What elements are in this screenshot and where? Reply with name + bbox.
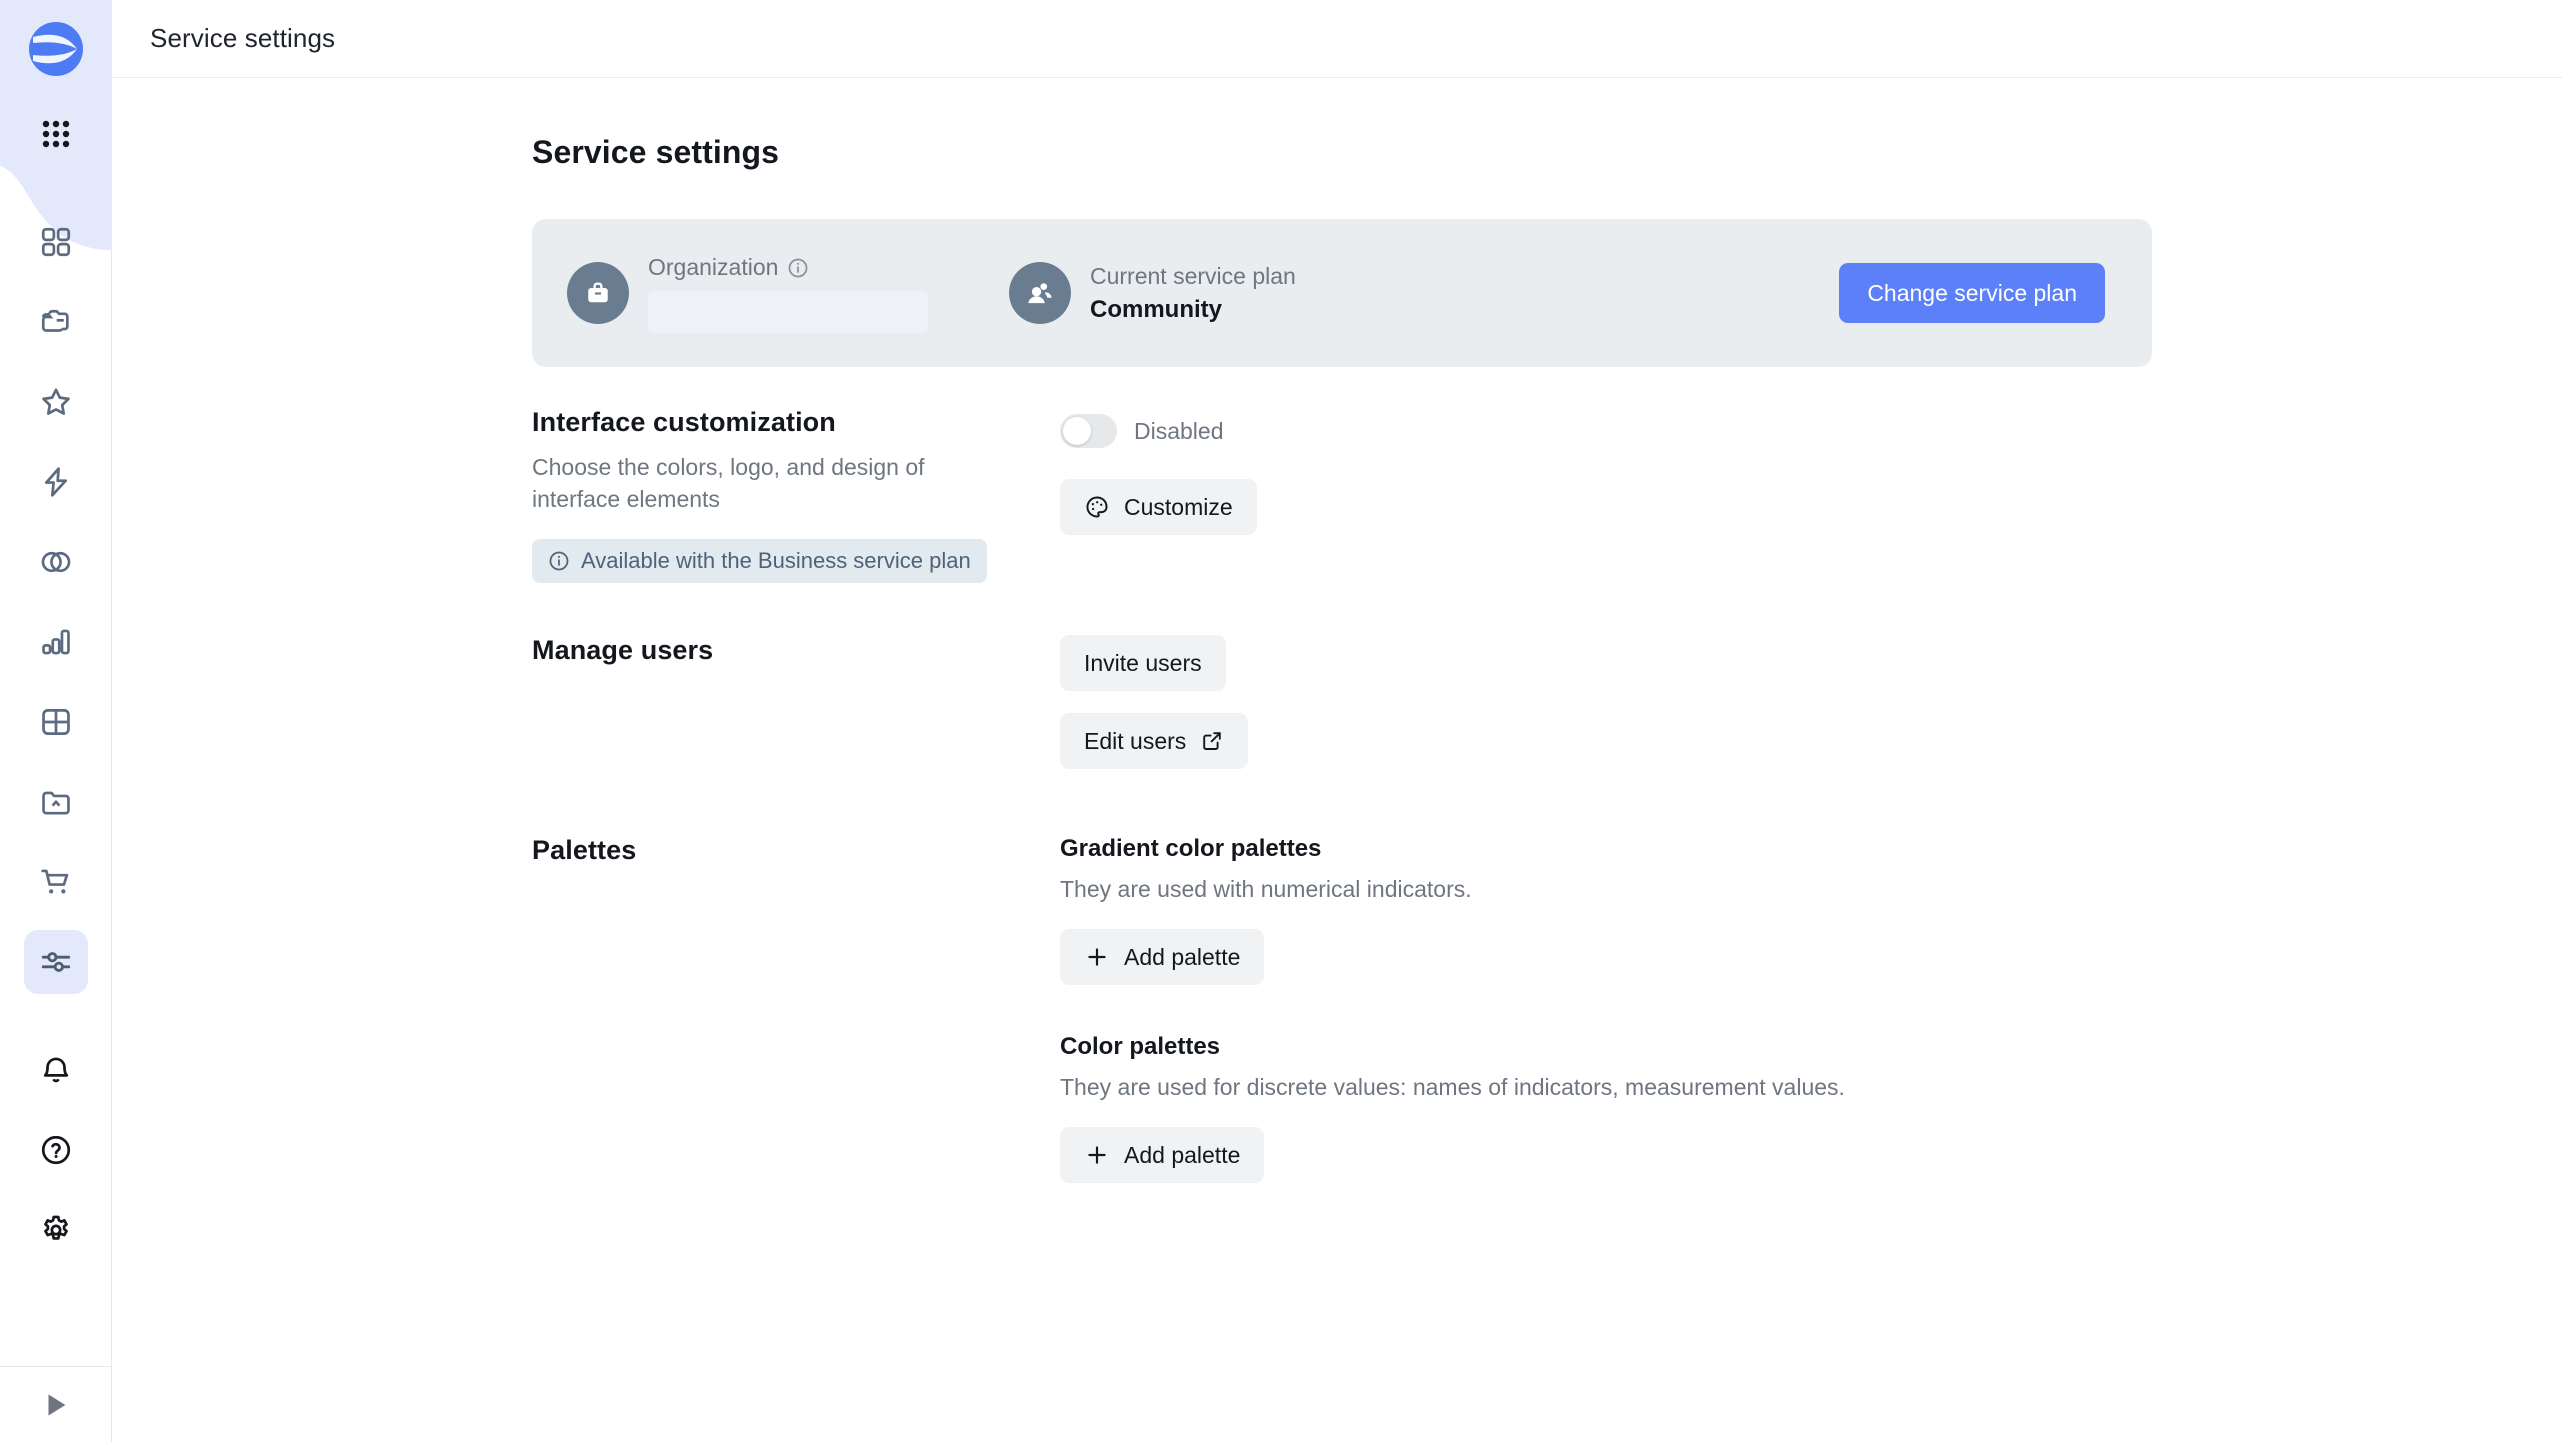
service-plan-value: Community [1090,296,1296,324]
lightning-icon [39,465,73,499]
add-color-palette-label: Add palette [1124,1142,1240,1169]
palette-icon [1084,494,1110,520]
interface-customization-left: Interface customization Choose the color… [532,407,1060,583]
change-service-plan-button[interactable]: Change service plan [1839,263,2105,323]
edit-users-label: Edit users [1084,728,1186,755]
interface-customization-right: Disabled [1060,407,2152,535]
folder-upload-icon [39,785,73,819]
palettes-left: Palettes [532,835,1060,866]
bar-chart-icon [39,625,73,659]
sidebar-footer [0,1366,111,1442]
play-icon [41,1390,71,1420]
question-circle-icon [39,1133,73,1167]
sidebar-item-help[interactable] [24,1118,88,1182]
customize-button-label: Customize [1124,494,1233,521]
sidebar-item-uploads[interactable] [24,770,88,834]
gear-icon [39,1213,73,1247]
product-logo[interactable] [25,18,87,80]
add-color-palette-button[interactable]: Add palette [1060,1127,1264,1183]
sidebar-item-tables[interactable] [24,690,88,754]
sidebar-item-store[interactable] [24,850,88,914]
service-plan-label: Current service plan [1090,262,1296,291]
palettes-right: Gradient color palettes They are used wi… [1060,835,2152,1183]
color-palettes-title: Color palettes [1060,1033,2152,1061]
add-gradient-palette-label: Add palette [1124,944,1240,971]
main-area: Service settings Service settings [112,0,2562,1442]
page-title: Service settings [532,134,2152,171]
plus-icon [1084,1142,1110,1168]
interface-customization-section: Interface customization Choose the color… [532,407,2152,583]
external-link-icon [1200,729,1224,753]
manage-users-section: Manage users Invite users Edit users [532,635,2152,769]
apps-grid-icon [39,117,73,151]
interface-customization-description: Choose the colors, logo, and design of i… [532,452,982,515]
sidebar-item-favorites[interactable] [24,370,88,434]
sidebar-item-projects[interactable] [24,290,88,354]
gradient-palettes-title: Gradient color palettes [1060,835,2152,863]
gradient-palettes-description: They are used with numerical indicators. [1060,876,2152,903]
sidebar-item-service-settings[interactable] [24,930,88,994]
folders-icon [39,305,73,339]
sidebar-item-settings[interactable] [24,1198,88,1262]
sliders-icon [39,945,73,979]
palettes-title: Palettes [532,835,1020,866]
briefcase-icon [567,262,629,324]
interface-customization-title: Interface customization [532,407,1020,438]
info-circle-icon[interactable] [787,257,809,279]
sidebar-item-play[interactable] [32,1381,80,1429]
star-icon [39,385,73,419]
service-plan-card: Organization [532,219,2152,367]
content-inner: Service settings O [532,78,2152,1183]
organization-texts: Organization [648,253,928,333]
table-grid-icon [39,705,73,739]
organization-label: Organization [648,253,778,282]
toggle-state-label: Disabled [1134,418,1224,445]
topbar: Service settings [112,0,2562,78]
interface-customization-toggle-row: Disabled [1060,409,2152,453]
manage-users-right: Invite users Edit users [1060,635,2152,769]
interface-customization-toggle[interactable] [1060,414,1117,448]
sidebar-item-apps[interactable] [24,102,88,166]
add-gradient-palette-button[interactable]: Add palette [1060,929,1264,985]
business-plan-badge: Available with the Business service plan [532,539,987,583]
bell-icon [39,1053,73,1087]
organization-label-row: Organization [648,253,928,282]
users-icon [1009,262,1071,324]
sidebar-item-notifications[interactable] [24,1038,88,1102]
organization-input[interactable] [648,291,928,333]
gradient-palettes-group: Gradient color palettes They are used wi… [1060,835,2152,985]
sidebar-item-segments[interactable] [24,530,88,594]
sidebar-item-dashboards[interactable] [24,210,88,274]
invite-users-button[interactable]: Invite users [1060,635,1226,691]
edit-users-button[interactable]: Edit users [1060,713,1248,769]
service-plan-texts: Current service plan Community [1090,262,1296,325]
palettes-section: Palettes Gradient color palettes They ar… [532,835,2152,1183]
organization-block: Organization [567,253,928,333]
toggle-knob [1063,417,1091,445]
sidebar-item-automations[interactable] [24,450,88,514]
app-root: Service settings Service settings [0,0,2562,1442]
color-palettes-group: Color palettes They are used for discret… [1060,1033,2152,1183]
manage-users-title: Manage users [532,635,1020,666]
dashboard-grid-icon [39,225,73,259]
sidebar [0,0,112,1442]
shopping-cart-icon [39,865,73,899]
business-plan-badge-text: Available with the Business service plan [581,548,971,574]
customize-button[interactable]: Customize [1060,479,1257,535]
color-palettes-description: They are used for discrete values: names… [1060,1074,2152,1101]
info-circle-icon [548,550,570,572]
breadcrumb: Service settings [150,23,335,54]
sidebar-item-reports[interactable] [24,610,88,674]
overlapping-circles-icon [39,545,73,579]
invite-users-label: Invite users [1084,650,1202,677]
content-scroll: Service settings O [112,78,2562,1442]
plus-icon [1084,944,1110,970]
manage-users-left: Manage users [532,635,1060,666]
service-plan-block: Current service plan Community [1009,262,1296,325]
